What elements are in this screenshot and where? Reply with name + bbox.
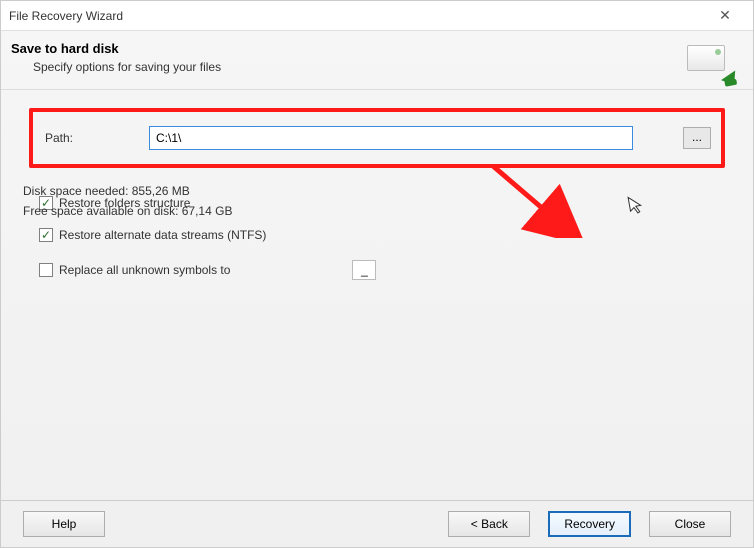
page-heading: Save to hard disk [11,41,221,56]
wizard-header: Save to hard disk Specify options for sa… [1,31,753,89]
header-text: Save to hard disk Specify options for sa… [11,41,221,74]
replace-symbols-input[interactable] [352,260,376,280]
restore-ads-label: Restore alternate data streams (NTFS) [59,228,266,242]
page-subheading: Specify options for saving your files [33,60,221,74]
titlebar: File Recovery Wizard ✕ [1,1,753,31]
harddisk-icon [685,41,735,81]
path-section-highlight: Path: ... [29,108,725,168]
browse-button[interactable]: ... [683,127,711,149]
wizard-footer: Help < Back Recovery Close [1,500,753,547]
path-input[interactable] [149,126,633,150]
disk-info: Disk space needed: 855,26 MB Free space … [23,184,232,224]
restore-ads-checkbox[interactable] [39,228,53,242]
replace-symbols-label: Replace all unknown symbols to [59,263,230,277]
back-button[interactable]: < Back [448,511,530,537]
help-button[interactable]: Help [23,511,105,537]
replace-symbols-checkbox[interactable] [39,263,53,277]
path-label: Path: [45,131,105,145]
restore-ads-option[interactable]: Restore alternate data streams (NTFS) [39,228,725,242]
close-icon: ✕ [719,7,731,24]
replace-symbols-option[interactable]: Replace all unknown symbols to [39,260,725,280]
footer-right-group: < Back Recovery Close [448,511,731,537]
close-button[interactable]: Close [649,511,731,537]
window-title: File Recovery Wizard [9,9,123,23]
wizard-body: Path: ... Restore folders structure Rest… [1,90,753,290]
disk-space-free: Free space available on disk: 67,14 GB [23,204,232,218]
disk-space-needed: Disk space needed: 855,26 MB [23,184,232,198]
file-recovery-wizard-window: File Recovery Wizard ✕ Save to hard disk… [0,0,754,548]
recovery-button[interactable]: Recovery [548,511,631,537]
window-close-button[interactable]: ✕ [705,4,745,28]
